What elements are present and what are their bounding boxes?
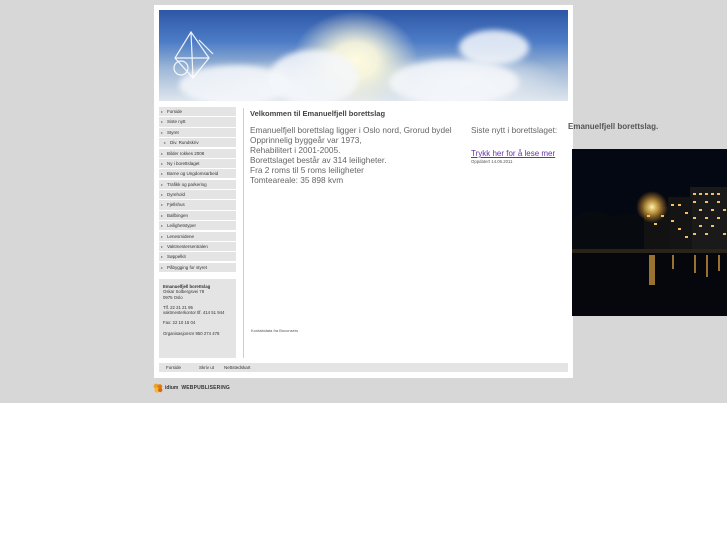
idium-brand[interactable]: idium WEBPUBLISERING [153,383,230,393]
contact-mobile: vaktmesterkontor tlf. 414 51 944 [163,310,225,316]
idium-brand-name: idium [165,385,179,391]
footer-link-print[interactable]: Skriv ut [199,363,214,372]
read-more-link[interactable]: Trykk her for å lese mer [471,149,571,158]
sidebar-item[interactable]: Fjellshus [159,200,236,210]
night-photo [572,149,727,316]
sidebar-item[interactable]: Styret [159,127,236,137]
sidebar-nav: ForsideSiste nyttStyretDiv. RundskrivBil… [159,107,236,273]
contact-box: Emanuelfjell borettslag Oskar Solbergsve… [159,279,236,358]
contact-org-number: Organisasjonsnr 950 274 478 [163,330,220,336]
intro-line: Opprinnelig byggeår var 1973, [250,135,362,145]
page-container: ForsideSiste nyttStyretDiv. RundskrivBil… [154,5,573,378]
sidebar-item[interactable]: Dyrehold [159,190,236,200]
header-banner [159,10,568,101]
intro-line: Borettslaget består av 314 leiligheter. [250,155,387,165]
news-heading: Siste nytt i borettslaget: [471,125,558,135]
night-photo-image [572,149,727,316]
sidebar-item[interactable]: Ballbingen [159,210,236,220]
intro-line: Fra 2 roms til 5 roms leiligheter [250,165,364,175]
intro-line: Emanuelfjell borettslag ligger i Oslo no… [250,125,452,135]
footnote-text: Kontaktdata fra Boconsers [251,328,299,333]
updated-date: Oppdatert 14.06.2011 [471,159,513,164]
sidebar-item[interactable]: Bilder rokkes 2008 [159,148,236,158]
footer-link-sitemap[interactable]: Nettstedskart [224,363,251,372]
footer-link-home[interactable]: Forside [166,363,181,372]
intro-line: Tomteareale: 35 898 kvm [250,175,344,185]
intro-text: Emanuelfjell borettslag ligger i Oslo no… [250,125,465,185]
sidebar-item[interactable]: Påbygging for styret [159,262,236,272]
borettslag-logo-icon [173,30,214,79]
sidebar-item[interactable]: Vaktmestersentralen [159,241,236,252]
sidebar-item[interactable]: Lenesmidene [159,231,236,241]
sidebar-item[interactable]: Søppelkit [159,252,236,262]
page-title: Velkommen til Emanuelfjell borettslag [250,109,386,118]
idium-tagline: WEBPUBLISERING [181,385,230,391]
sidebar-item[interactable]: Ny i borettslaget [159,158,236,169]
sidebar-item[interactable]: Trafikk og parkering [159,179,236,189]
sidebar-item[interactable]: Siste nytt [159,117,236,127]
idium-logo-icon [153,383,163,393]
column-divider [243,108,244,358]
sidebar-item[interactable]: Forside [159,107,236,117]
sidebar-item[interactable]: Div. Rundskriv [159,138,236,148]
intro-line: Rehabilitert i 2001-2005. [250,145,341,155]
side-title: Emanuelfjell borettslag. [568,122,659,131]
footer-bar: Forside Skriv ut Nettstedskart [159,363,568,372]
sidebar-item[interactable]: Barne og Ungdomsarbeid [159,169,236,179]
sidebar-item[interactable]: Leilighetstyper [159,221,236,231]
news-panel: Siste nytt i borettslaget: Trykk her for… [471,125,571,164]
